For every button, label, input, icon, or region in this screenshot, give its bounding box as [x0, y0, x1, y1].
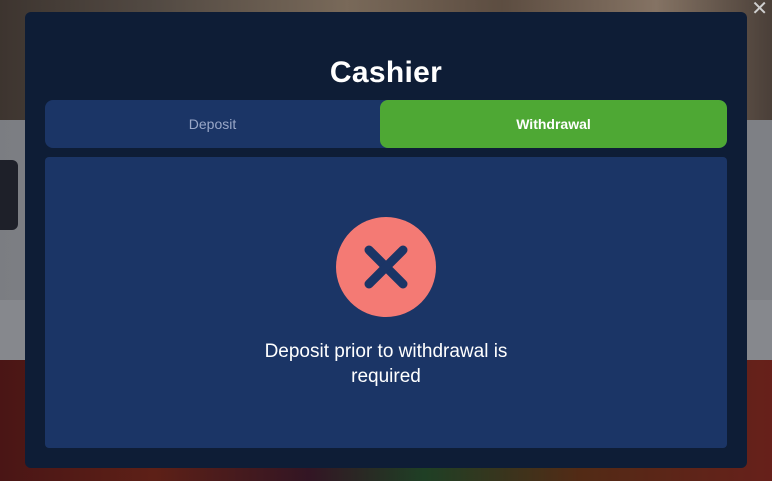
tab-withdrawal[interactable]: Withdrawal: [380, 100, 727, 148]
modal-title: Cashier: [329, 56, 443, 89]
withdrawal-panel: Deposit prior to withdrawal is required: [45, 157, 727, 448]
tab-deposit[interactable]: Deposit: [45, 100, 380, 148]
cashier-tabs: Deposit Withdrawal: [45, 100, 727, 148]
close-icon[interactable]: ✕: [751, 0, 768, 21]
close-x-icon: [364, 245, 408, 289]
error-icon: [336, 217, 436, 317]
error-message: Deposit prior to withdrawal is required: [264, 341, 508, 387]
cashier-modal: Cashier Deposit Withdrawal Deposit prior…: [25, 12, 747, 468]
